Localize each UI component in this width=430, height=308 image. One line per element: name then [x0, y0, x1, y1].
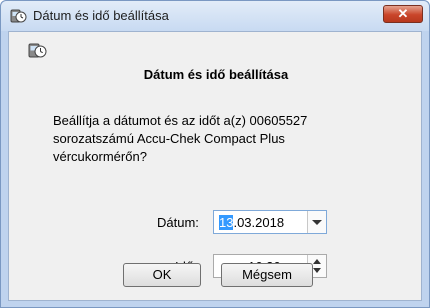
message-line: Beállítja a dátumot és az időt a(z) 0060… [53, 113, 308, 128]
cancel-button[interactable]: Mégsem [221, 263, 313, 287]
glucose-meter-icon [27, 41, 47, 61]
confirmation-message: Beállítja a dátumot és az időt a(z) 0060… [53, 112, 307, 166]
message-line: vércukormérőn? [53, 149, 147, 164]
dialog-body: Dátum és idő beállítása Beállítja a dátu… [8, 31, 422, 301]
date-rest: .03.2018 [233, 215, 285, 230]
glucose-meter-icon [9, 7, 27, 25]
close-button[interactable]: ✕ [383, 5, 423, 23]
window-title: Dátum és idő beállítása [33, 8, 169, 23]
dialog-window: Dátum és idő beállítása ✕ Dátum és idő b… [0, 0, 430, 308]
date-value[interactable]: 13.03.2018 [219, 215, 284, 230]
date-dropdown-button[interactable] [307, 211, 326, 233]
date-picker[interactable]: 13.03.2018 [213, 210, 327, 234]
date-day-selected[interactable]: 13 [219, 215, 234, 230]
title-bar[interactable]: Dátum és idő beállítása ✕ [1, 1, 429, 31]
message-line: sorozatszámú Accu-Chek Compact Plus [53, 131, 285, 146]
ok-button[interactable]: OK [123, 263, 201, 287]
date-label: Dátum: [157, 215, 199, 230]
chevron-down-icon [312, 220, 322, 225]
dialog-heading: Dátum és idő beállítása [143, 67, 289, 82]
